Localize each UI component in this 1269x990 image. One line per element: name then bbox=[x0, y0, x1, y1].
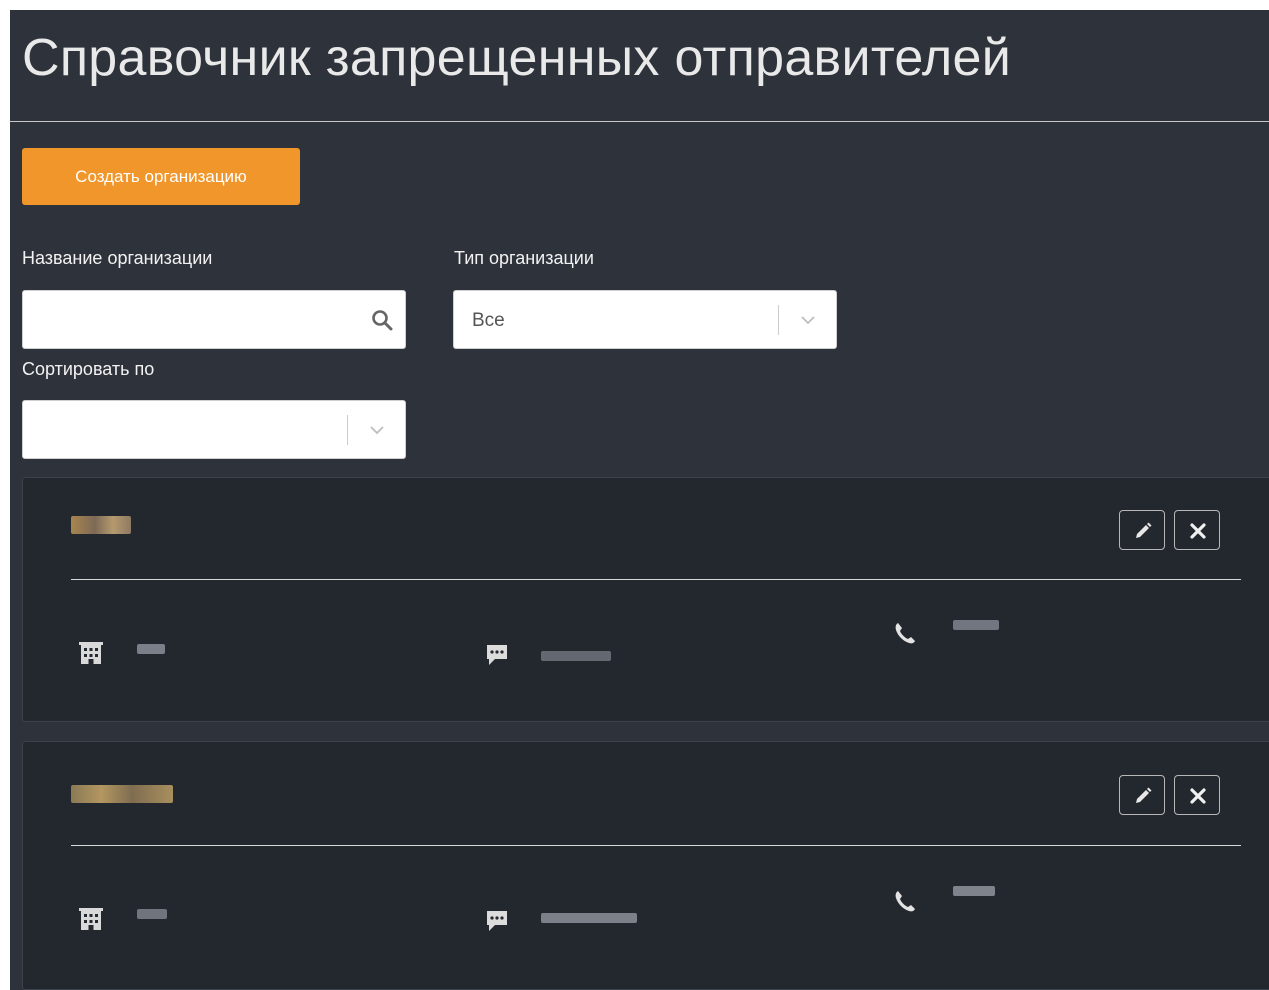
create-organization-button[interactable]: Создать организацию bbox=[22, 148, 300, 205]
org-name-label: Название организации bbox=[22, 248, 213, 268]
sort-label: Сортировать по bbox=[22, 359, 155, 379]
comment-icon bbox=[487, 911, 507, 931]
title-divider bbox=[10, 121, 1269, 122]
close-icon bbox=[1190, 788, 1206, 804]
organization-name bbox=[71, 785, 173, 803]
org-type-value: Все bbox=[472, 310, 505, 331]
chevron-down-icon[interactable] bbox=[800, 313, 816, 327]
page-title: Справочник запрещенных отправителей bbox=[22, 29, 1012, 87]
organization-comment bbox=[541, 651, 611, 661]
org-name-field bbox=[22, 290, 406, 349]
organization-name bbox=[71, 516, 131, 534]
card-divider bbox=[71, 579, 1241, 580]
pencil-icon bbox=[1136, 522, 1152, 538]
pencil-icon bbox=[1136, 787, 1152, 803]
org-type-select[interactable]: Все bbox=[453, 290, 837, 349]
sort-select[interactable] bbox=[22, 400, 406, 459]
organization-card bbox=[22, 477, 1269, 722]
building-icon bbox=[79, 908, 103, 930]
org-type-label: Тип организации bbox=[454, 248, 594, 268]
edit-button[interactable] bbox=[1119, 510, 1165, 550]
organization-card bbox=[22, 741, 1269, 990]
search-icon[interactable] bbox=[371, 309, 393, 331]
organization-inn bbox=[137, 644, 165, 654]
edit-button[interactable] bbox=[1119, 775, 1165, 815]
app-container: Справочник запрещенных отправителей Созд… bbox=[10, 10, 1269, 990]
delete-button[interactable] bbox=[1174, 510, 1220, 550]
phone-icon bbox=[895, 623, 915, 644]
delete-button[interactable] bbox=[1174, 775, 1220, 815]
select-separator bbox=[778, 305, 779, 335]
organization-comment bbox=[541, 913, 637, 923]
card-divider bbox=[71, 845, 1241, 846]
organization-phone bbox=[953, 620, 999, 630]
chevron-down-icon[interactable] bbox=[369, 423, 385, 437]
select-separator bbox=[347, 415, 348, 445]
top-strip bbox=[0, 0, 1269, 10]
building-icon bbox=[79, 642, 103, 664]
close-icon bbox=[1190, 523, 1206, 539]
phone-icon bbox=[895, 891, 915, 912]
comment-icon bbox=[487, 645, 507, 665]
organization-inn bbox=[137, 909, 167, 919]
org-name-input[interactable] bbox=[23, 291, 405, 348]
organization-phone bbox=[953, 886, 995, 896]
